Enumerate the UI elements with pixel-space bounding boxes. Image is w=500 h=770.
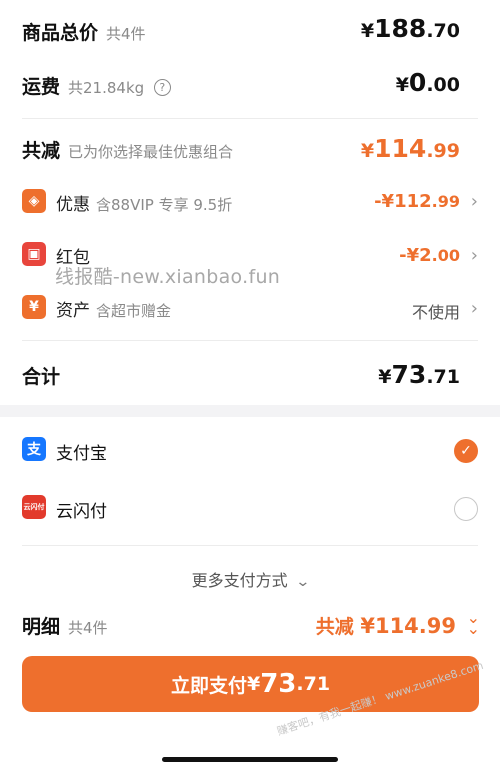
unionpay-icon: 云闪付 (22, 495, 46, 519)
home-indicator (162, 757, 338, 762)
reduction-hint: 已为你选择最佳优惠组合 (68, 143, 234, 161)
red-packet-amount: -¥2.00 (399, 245, 460, 266)
divider (22, 340, 478, 341)
assets-value: 不使用 (411, 303, 460, 322)
assets-label: 资产 含超市赠金 (56, 301, 172, 321)
watermark-text: 线报酷-new.xianbao.fun (55, 266, 281, 288)
shipping-weight: 共21.84kg (68, 79, 145, 97)
payment-option-alipay[interactable]: 支 支付宝 ✓ (0, 437, 500, 465)
payment-method-name: 云闪付 (56, 502, 107, 522)
red-packet-icon: ▣ (22, 242, 46, 266)
chevron-right-icon[interactable]: › (471, 298, 478, 319)
discount-row-coupon[interactable]: ◈ 优惠 含88VIP 专享 9.5折 -¥112.99 › (0, 189, 500, 217)
tag-icon: ◈ (22, 189, 46, 213)
shipping-amount: ¥0.00 (395, 68, 460, 97)
question-circle-icon[interactable]: ? (153, 79, 171, 96)
payment-option-unionpay[interactable]: 云闪付 云闪付 (0, 495, 500, 523)
section-gap (0, 405, 500, 417)
goods-count: 共4件 (106, 25, 146, 43)
total-amount: ¥73.71 (378, 360, 460, 389)
discount-amount: -¥112.99 (374, 191, 460, 212)
divider (22, 545, 478, 546)
reduction-row: 共减 已为你选择最佳优惠组合 ¥114.99 (0, 134, 500, 166)
chevron-right-icon[interactable]: › (471, 191, 478, 212)
discount-label: 优惠 含88VIP 专享 9.5折 (56, 195, 233, 215)
double-chevron-down-icon[interactable]: ⌄ ⌄ (467, 610, 480, 637)
reduction-label: 共减 已为你选择最佳优惠组合 (22, 140, 234, 162)
shipping-row: 运费 共21.84kg ? ¥0.00 (0, 68, 500, 102)
detail-reduction: 共减 ¥114.99 (315, 614, 456, 638)
detail-label: 明细 共4件 (22, 616, 108, 638)
shipping-label: 运费 共21.84kg ? (22, 72, 171, 99)
chevron-down-icon: ⌄ (294, 574, 311, 590)
total-row: 合计 ¥73.71 (0, 360, 500, 394)
reduction-amount: ¥114.99 (360, 134, 460, 163)
more-payment-methods-link[interactable]: 更多支付方式 ⌄ (0, 567, 500, 591)
radio-checked-icon[interactable]: ✓ (454, 439, 478, 463)
goods-total-row: 商品总价 共4件 ¥188.70 (0, 14, 500, 48)
alipay-icon: 支 (22, 437, 46, 461)
goods-total-amount: ¥188.70 (360, 14, 460, 43)
chevron-right-icon[interactable]: › (471, 245, 478, 266)
goods-total-label: 商品总价 共4件 (22, 22, 146, 44)
detail-row[interactable]: 明细 共4件 共减 ¥114.99 ⌄ ⌄ (0, 610, 500, 640)
discount-row-assets[interactable]: ¥ 资产 含超市赠金 不使用 › (0, 295, 500, 323)
total-label: 合计 (22, 366, 61, 388)
payment-method-name: 支付宝 (56, 444, 107, 464)
yen-icon: ¥ (22, 295, 46, 319)
radio-unchecked-icon[interactable] (454, 497, 478, 521)
detail-count: 共4件 (68, 619, 108, 637)
divider (22, 118, 478, 119)
